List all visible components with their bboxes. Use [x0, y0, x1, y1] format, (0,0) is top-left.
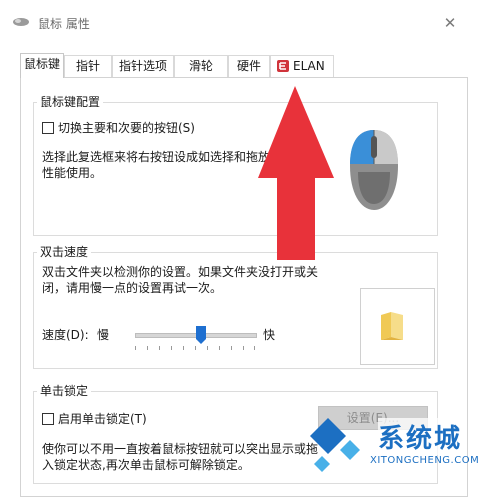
tab-elan-label: ELAN	[293, 59, 325, 73]
tab-buttons[interactable]: 鼠标键	[20, 53, 64, 78]
title-bar: 鼠标 属性 ✕	[0, 0, 492, 40]
tab-hardware[interactable]: 硬件	[228, 55, 270, 77]
speed-fast-label: 快	[263, 328, 276, 342]
switch-buttons-label[interactable]: 切换主要和次要的按钮(S)	[58, 119, 195, 137]
speed-slider-ticks	[135, 346, 255, 350]
red-arrow-annotation	[258, 86, 334, 260]
switch-buttons-checkbox[interactable]	[42, 122, 54, 134]
speed-label: 速度(D):	[42, 328, 89, 342]
double-click-test-area[interactable]	[360, 288, 435, 365]
button-config-title: 鼠标键配置	[37, 93, 104, 110]
window-title: 鼠标 属性	[38, 17, 90, 31]
close-icon[interactable]: ✕	[435, 13, 465, 33]
tab-pointers[interactable]: 指针	[64, 55, 112, 77]
tab-wheel[interactable]: 滑轮	[174, 55, 228, 77]
mouse-illustration	[350, 130, 398, 210]
watermark-url: XITONGCHENG.COM	[370, 455, 480, 466]
speed-slow-label: 慢	[97, 328, 110, 342]
speed-slider[interactable]	[135, 326, 257, 352]
tab-strip: 鼠标键 指针 指针选项 滑轮 硬件 ELAN	[20, 53, 480, 78]
speed-slider-thumb[interactable]	[196, 326, 206, 344]
watermark-text: 系统城	[378, 418, 463, 455]
tab-elan[interactable]: ELAN	[270, 55, 334, 77]
click-lock-checkbox[interactable]	[42, 413, 54, 425]
mouse-app-icon	[13, 18, 29, 26]
folder-icon[interactable]	[379, 311, 405, 341]
button-config-description-2: 性能使用。	[42, 166, 103, 180]
elan-logo-icon	[277, 60, 289, 72]
click-lock-label[interactable]: 启用单击锁定(T)	[58, 410, 147, 428]
double-click-title: 双击速度	[37, 243, 92, 260]
click-lock-description-2: 入锁定状态,再次单击鼠标可解除锁定。	[42, 458, 250, 472]
double-click-description-2: 闭，请用慢一点的设置再试一次。	[42, 281, 223, 295]
click-lock-title: 单击锁定	[37, 382, 92, 399]
tab-pointer-options[interactable]: 指针选项	[112, 55, 174, 77]
